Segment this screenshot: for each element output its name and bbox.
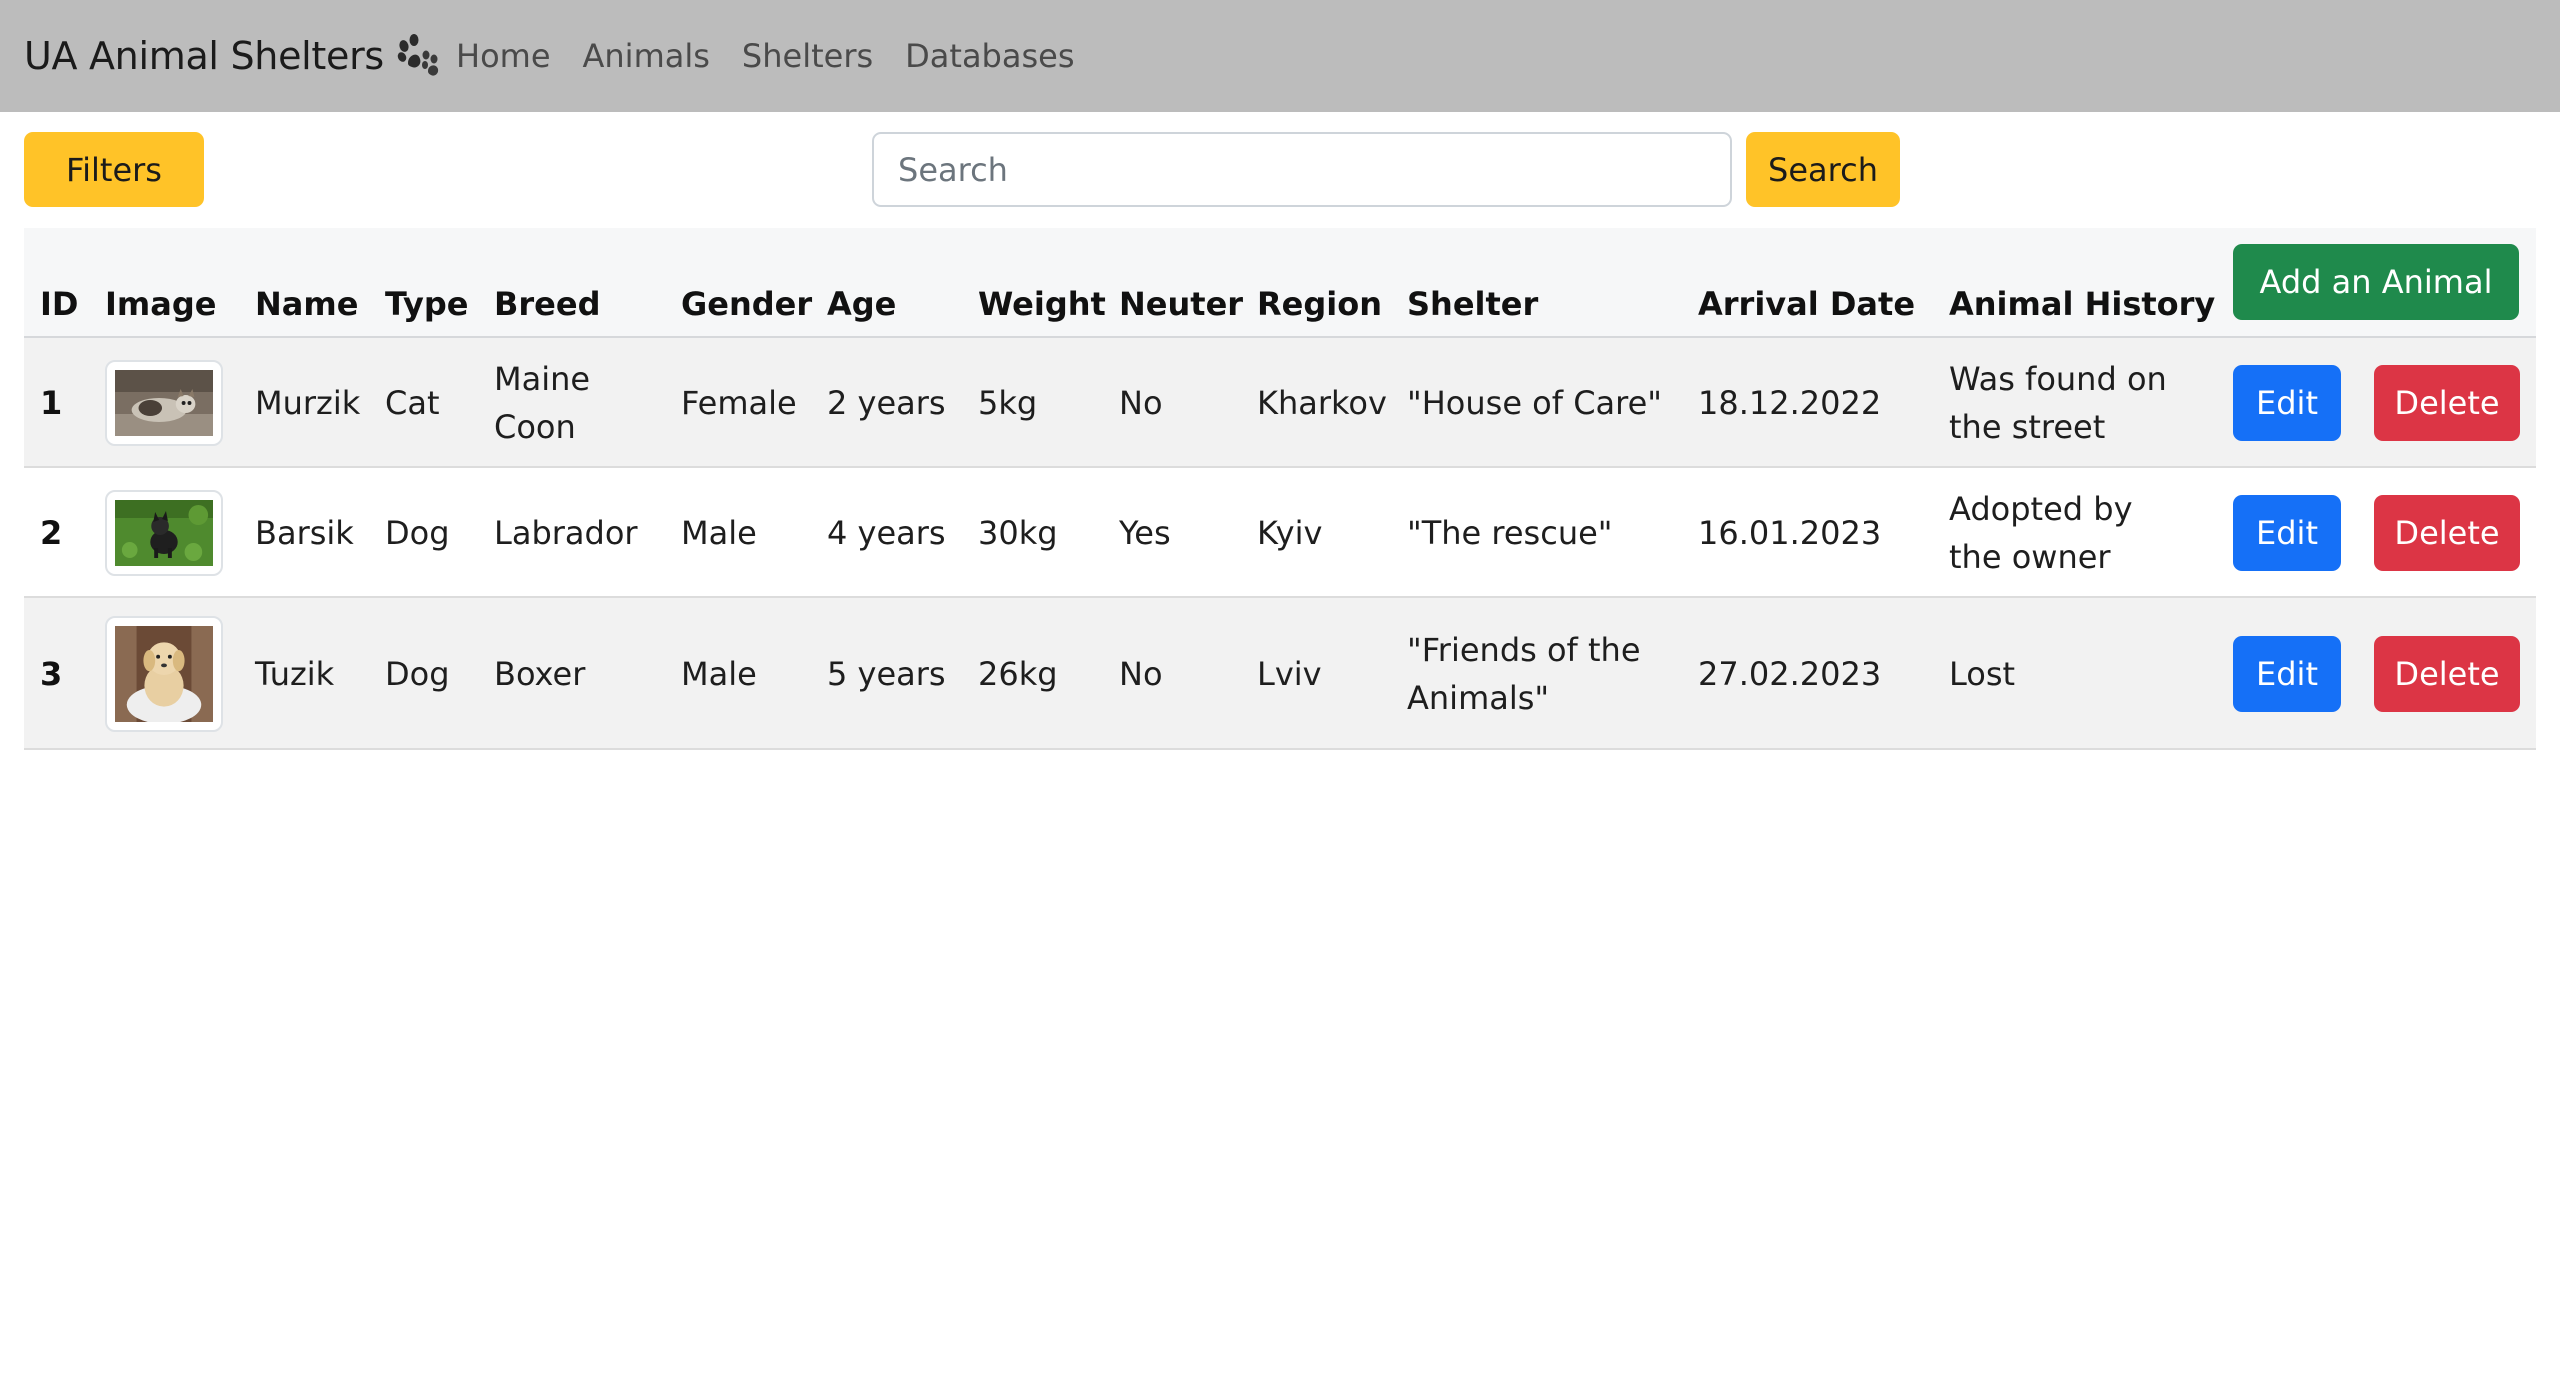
cell-animal-history: Lost [1949,655,2016,693]
cell-breed: Maine Coon [494,360,591,446]
header-animal-history: Animal History [1949,285,2216,323]
puppy-photo-image [115,626,213,722]
cell-neuter: Yes [1119,514,1171,552]
edit-button[interactable]: Edit [2233,365,2341,441]
cell-arrival-date: 27.02.2023 [1698,655,1882,693]
cell-gender: Male [681,514,757,552]
paw-icon [394,33,440,79]
header-neuter: Neuter [1119,285,1244,323]
cell-breed: Labrador [494,514,638,552]
animal-thumbnail[interactable] [105,616,223,732]
nav-shelters[interactable]: Shelters [742,30,873,82]
cell-age: 4 years [827,514,946,552]
cell-weight: 30kg [978,514,1058,552]
cell-name: Murzik [255,384,361,422]
delete-button[interactable]: Delete [2374,365,2520,441]
cell-id: 3 [40,655,63,693]
cell-shelter: "Friends of the Animals" [1407,631,1641,717]
cell-type: Dog [385,514,450,552]
cell-type: Dog [385,655,450,693]
cell-neuter: No [1119,384,1163,422]
cell-name: Barsik [255,514,354,552]
delete-button[interactable]: Delete [2374,636,2520,712]
animals-table: ID Image Name Type Breed Gender Age Weig… [24,228,2536,750]
cell-type: Cat [385,384,440,422]
cell-weight: 5kg [978,384,1038,422]
delete-button[interactable]: Delete [2374,495,2520,571]
cell-neuter: No [1119,655,1163,693]
cat-photo-image [115,370,213,436]
cell-shelter: "House of Care" [1407,384,1662,422]
cell-arrival-date: 16.01.2023 [1698,514,1882,552]
brand-title: UA Animal Shelters [24,34,384,78]
cell-gender: Female [681,384,797,422]
cell-arrival-date: 18.12.2022 [1698,384,1882,422]
cell-region: Kyiv [1257,514,1323,552]
header-age: Age [827,285,897,323]
edit-button[interactable]: Edit [2233,495,2341,571]
header-region: Region [1257,285,1382,323]
search-button[interactable]: Search [1746,132,1900,207]
header-image: Image [105,285,217,323]
animal-thumbnail[interactable] [105,360,223,446]
cell-id: 1 [40,384,63,422]
header-breed: Breed [494,285,601,323]
table-row: 1 Murzik Cat Maine Coon Female 2 years 5… [24,338,2536,468]
header-type: Type [385,285,469,323]
table-row: 2 Barsik Dog Labrador Male 4 years 30kg … [24,468,2536,598]
edit-button[interactable]: Edit [2233,636,2341,712]
nav-home[interactable]: Home [456,30,551,82]
add-animal-button[interactable]: Add an Animal [2233,244,2519,320]
cell-region: Kharkov [1257,384,1387,422]
brand-link[interactable]: UA Animal Shelters [24,28,440,84]
nav-links: Home Animals Shelters Databases [456,30,1107,82]
navbar: UA Animal Shelters Home Animals Shelters… [0,0,2560,112]
table-row: 3 Tuzik Dog Boxer Male 5 years 26kg No L… [24,598,2536,750]
animal-thumbnail[interactable] [105,490,223,576]
dog-on-grass-photo-image [115,500,213,566]
cell-age: 5 years [827,655,946,693]
cell-region: Lviv [1257,655,1322,693]
cell-weight: 26kg [978,655,1058,693]
nav-animals[interactable]: Animals [583,30,710,82]
header-weight: Weight [978,285,1106,323]
header-shelter: Shelter [1407,285,1539,323]
cell-breed: Boxer [494,655,586,693]
cell-name: Tuzik [255,655,335,693]
header-id: ID [40,285,79,323]
header-arrival-date: Arrival Date [1698,285,1916,323]
search-input[interactable] [872,132,1732,207]
table-header: ID Image Name Type Breed Gender Age Weig… [24,228,2536,338]
nav-databases[interactable]: Databases [905,30,1074,82]
cell-shelter: "The rescue" [1407,514,1613,552]
cell-animal-history: Was found on the street [1949,360,2167,446]
cell-age: 2 years [827,384,946,422]
cell-gender: Male [681,655,757,693]
cell-animal-history: Adopted by the owner [1949,490,2133,576]
header-gender: Gender [681,285,813,323]
header-name: Name [255,285,359,323]
cell-id: 2 [40,514,63,552]
filters-button[interactable]: Filters [24,132,204,207]
